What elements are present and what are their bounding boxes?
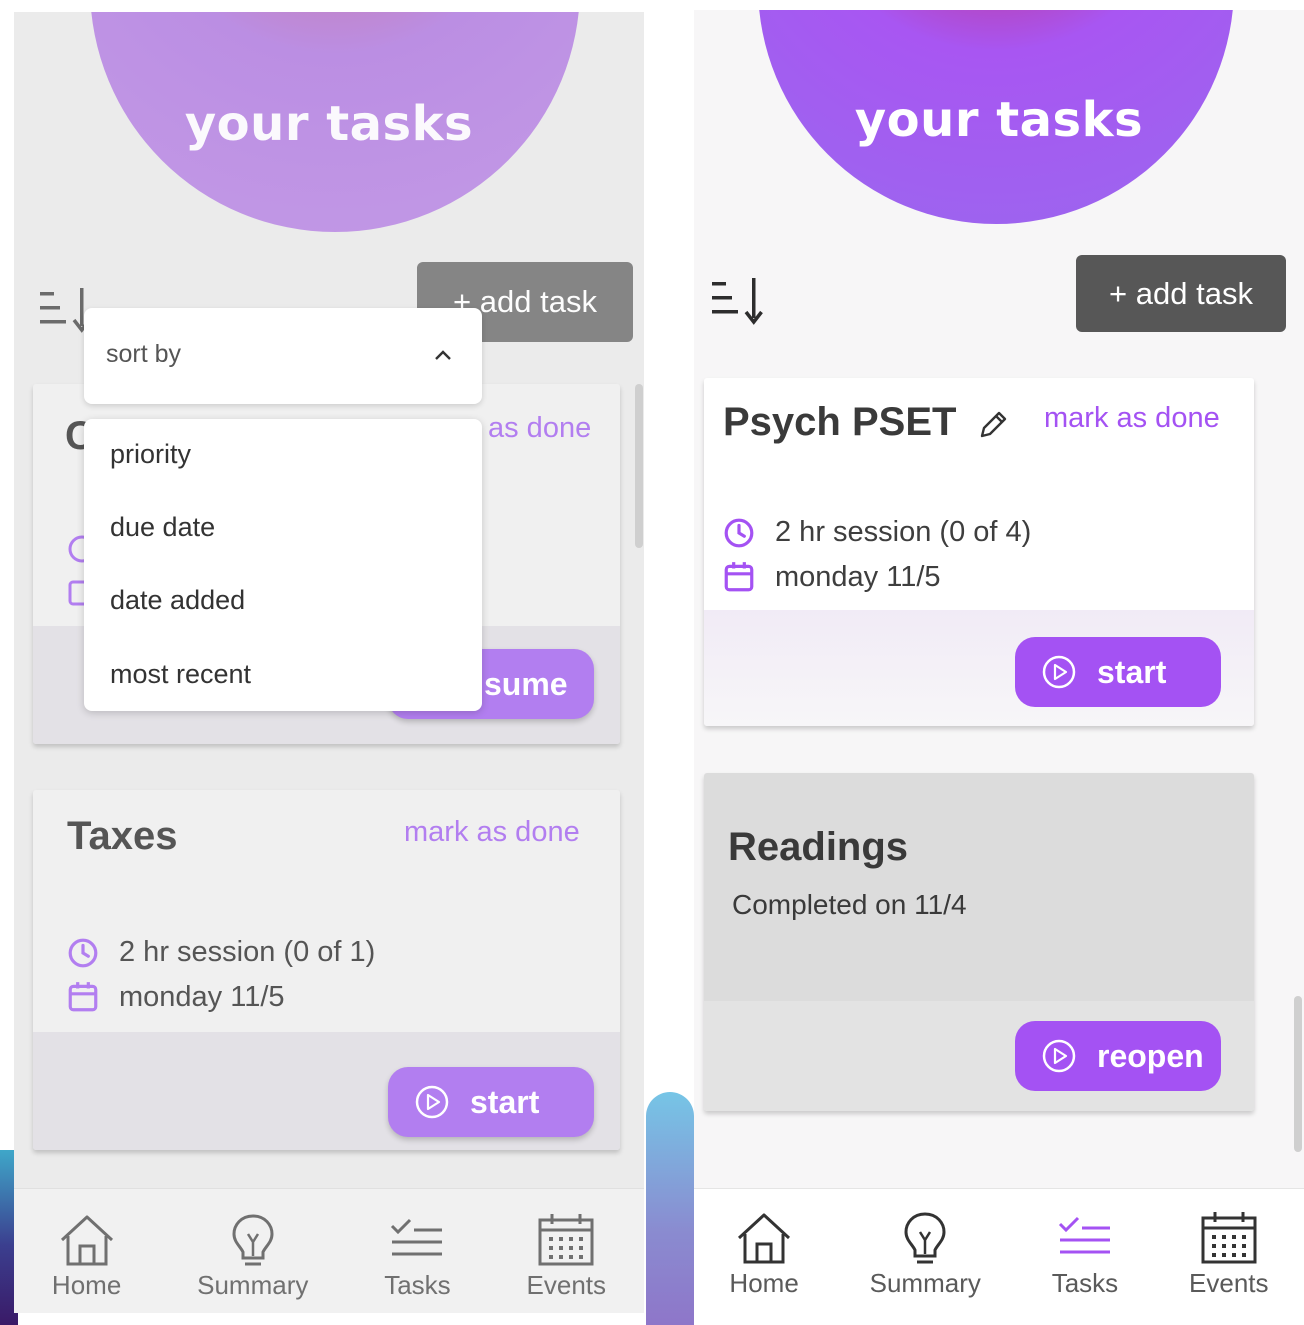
left-phone-screen: your tasks + add task C as done sume Tax… [14,12,644,1313]
task-title: Readings [728,825,909,869]
nav-events-label: Events [1189,1268,1269,1298]
nav-events[interactable]: Events [526,1212,607,1301]
sort-option-most-recent[interactable]: most recent [110,659,251,690]
nav-home[interactable]: Home [52,1212,121,1301]
sort-by-options: priority due date date added most recent [84,419,482,711]
nav-tasks[interactable]: Tasks [1052,1210,1118,1299]
nav-events-label: Events [526,1270,607,1300]
sort-option-priority[interactable]: priority [110,439,191,470]
calendar-icon [538,1214,594,1266]
reopen-button[interactable]: reopen [1015,1021,1221,1091]
chevron-up-icon [435,350,451,360]
due-date-text: monday 11/5 [119,980,285,1013]
page-title: your tasks [854,92,1144,148]
tasks-icon [1058,1216,1110,1254]
start-button[interactable]: start [388,1067,594,1137]
reopen-button-label: reopen [1097,1037,1204,1074]
nav-tasks[interactable]: Tasks [384,1212,451,1301]
mark-as-done-link[interactable]: mark as done [404,816,580,849]
start-button-label: start [470,1083,540,1120]
calendar-icon [724,562,754,592]
due-date-text: monday 11/5 [775,560,941,593]
play-icon [1042,1039,1076,1073]
edit-pencil-icon[interactable] [976,408,1010,442]
tasks-icon [391,1218,443,1256]
lightbulb-icon [904,1212,946,1264]
sort-by-label: sort by [106,340,182,368]
lightbulb-icon [232,1214,274,1266]
mark-as-done-link[interactable]: as done [488,412,591,445]
due-date-row: monday 11/5 [723,560,941,594]
page-title: your tasks [184,96,474,152]
play-icon [1042,655,1076,689]
scrollbar[interactable] [1294,996,1302,1152]
mark-as-done-link[interactable]: mark as done [1044,402,1220,435]
task-title: Taxes [67,814,178,858]
nav-summary-label: Summary [197,1270,309,1300]
clock-icon [724,518,754,547]
due-date-row: monday 11/5 [67,980,285,1014]
task-title: Psych PSET [723,400,957,444]
nav-summary[interactable]: Summary [870,1210,981,1299]
nav-summary-label: Summary [869,1268,981,1298]
resume-button-label: sume [484,665,568,702]
calendar-icon [68,982,98,1012]
nav-home[interactable]: Home [729,1210,799,1299]
start-button-label: start [1097,653,1167,690]
sort-by-select[interactable]: sort by [84,308,482,404]
task-card-psych-pset: Psych PSET mark as done 2 hr session (0 … [704,378,1254,726]
scrollbar[interactable] [635,384,643,548]
session-text: 2 hr session (0 of 1) [119,936,376,968]
bottom-nav: Home Summary Tasks Events [694,1210,1304,1299]
start-button[interactable]: start [1015,637,1221,707]
calendar-icon [1201,1212,1257,1264]
clock-icon [68,938,98,967]
completed-date-text: Completed on 11/4 [732,889,967,920]
nav-tasks-label: Tasks [384,1270,451,1300]
sort-option-date-added[interactable]: date added [110,585,245,616]
background-decoration-middle [646,1092,694,1325]
session-row: 2 hr session (0 of 1) [67,936,375,969]
bottom-nav: Home Summary Tasks Events [14,1212,644,1301]
nav-home-label: Home [729,1268,799,1298]
sort-option-due-date[interactable]: due date [110,512,215,543]
right-phone-screen: your tasks + add task Psych PSET mark as… [694,10,1304,1325]
home-icon [738,1213,791,1264]
task-card-taxes: Taxes mark as done 2 hr session (0 of 1)… [33,790,620,1150]
nav-home-label: Home [51,1270,122,1300]
nav-events[interactable]: Events [1189,1210,1269,1299]
play-icon [415,1085,449,1119]
sort-icon-graphic [712,278,763,325]
completed-card-readings: Readings Completed on 11/4 reopen [704,773,1254,1111]
sort-icon[interactable] [708,272,768,332]
nav-summary[interactable]: Summary [197,1212,308,1301]
session-text: 2 hr session (0 of 4) [775,516,1032,548]
nav-tasks-label: Tasks [1051,1268,1119,1298]
home-icon [60,1215,113,1266]
add-task-button[interactable]: + add task [1076,255,1286,332]
session-row: 2 hr session (0 of 4) [723,516,1031,549]
